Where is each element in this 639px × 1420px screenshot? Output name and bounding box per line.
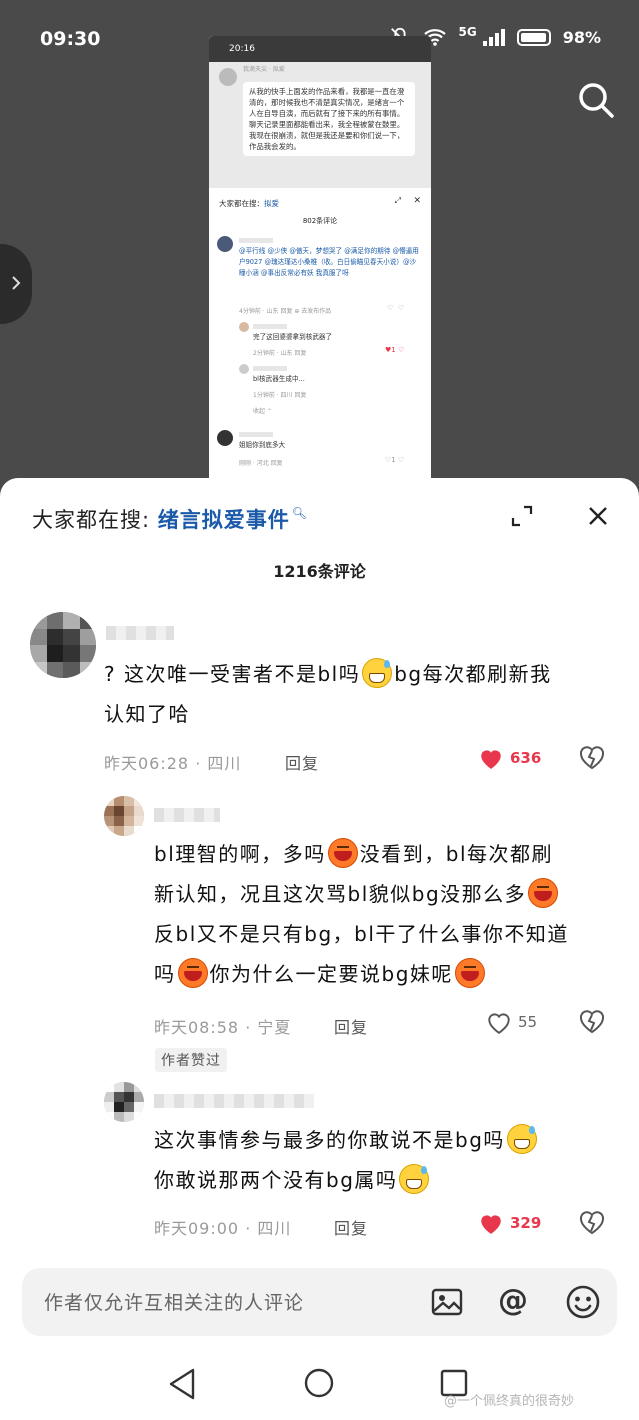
username-blur[interactable] (154, 808, 220, 822)
status-time: 09:30 (40, 28, 101, 50)
emoji-laugh-icon (327, 838, 358, 868)
signal-icon (482, 28, 505, 46)
embedded-search-term: 拟爱 (264, 199, 279, 208)
embedded-comment-meta: 2分钟前 · 山东 回复 (253, 350, 307, 357)
emoji-laugh-icon (177, 958, 208, 988)
embedded-close-icon: ✕ (413, 196, 421, 206)
username-blur[interactable] (106, 626, 174, 640)
network-label: 5G (458, 25, 477, 39)
reply-button[interactable]: 回复 (285, 750, 319, 774)
comment-text: ? 这次唯一受害者不是bl吗 bg每次都刷新我 认知了哈 (104, 654, 614, 734)
embedded-comment-meta: 1分钟前 · 四川 回复 (253, 392, 307, 399)
comment-text: bl理智的啊，多吗 没看到，bl每次都刷 新认知，况且这次骂bl貌似bg没那么多 … (154, 834, 624, 994)
comment-input[interactable]: 作者仅允许互相关注的人评论 @ (22, 1268, 617, 1336)
trending-search-label: 大家都在搜: (32, 508, 151, 532)
emoji-laugh-icon (454, 958, 485, 988)
embedded-expand-icon: ⤢ (394, 196, 401, 205)
embedded-username-blur (253, 366, 287, 371)
emoji-icon[interactable] (565, 1284, 601, 1320)
embedded-avatar (239, 322, 249, 332)
battery-icon (516, 28, 551, 46)
embedded-username-blur (239, 432, 273, 437)
comment-meta: 昨天09:00 · 四川 (154, 1219, 292, 1238)
nav-home-icon[interactable] (303, 1367, 335, 1399)
embedded-comment-count: 802条评论 (302, 217, 338, 225)
embedded-collapse: 收起 ⌃ (253, 408, 272, 415)
chevron-right-icon (12, 276, 21, 290)
embedded-username-blur (253, 324, 287, 329)
emoji-grin-sweat-icon (399, 1164, 430, 1194)
at-icon[interactable]: @ (498, 1283, 528, 1318)
image-icon[interactable] (430, 1285, 464, 1319)
avatar[interactable] (30, 612, 96, 678)
like-button[interactable]: 55 (486, 1010, 537, 1034)
side-panel-handle[interactable] (0, 244, 32, 324)
dislike-icon[interactable] (578, 1008, 606, 1034)
like-button[interactable]: 329 (478, 1211, 541, 1235)
embedded-chat-bubble: 从我的快手上面发的作品来看，我都是一直在澄清的，那时候我也不清楚真实情况，是绪言… (243, 82, 415, 156)
heart-icon (481, 750, 501, 769)
embedded-like-count: ♥1 ♡ (385, 346, 405, 354)
comment-count: 1216条评论 (273, 562, 366, 581)
embedded-screenshot: 20:16 我滴天尖 · 拟爱 从我的快手上面发的作品来看，我都是一直在澄清的，… (209, 36, 431, 481)
reply-button[interactable]: 回复 (334, 1014, 368, 1038)
embedded-avatar (239, 364, 249, 374)
embedded-status-time: 20:16 (209, 36, 431, 62)
embedded-comment-text: 完了这回婆婆拿到核武器了 (253, 333, 333, 341)
embedded-comment-sheet: 大家都在搜：拟爱 ⤢ ✕ 802条评论 @平行线 @少侠 @傲天，梦想哭了 @满… (209, 188, 431, 481)
comment-meta: 昨天06:28 · 四川 (104, 754, 242, 773)
search-icon: 🔍︎ (291, 506, 308, 520)
embedded-comment-meta: 4分钟前 · 山东 回复 ⊕ 去发布作品 (239, 308, 332, 315)
dislike-icon[interactable] (578, 1209, 606, 1235)
watermark: @一个佩终真的很奇妙 (444, 1394, 575, 1409)
like-button[interactable]: 636 (478, 746, 541, 770)
comment-text: 这次事情参与最多的你敢说不是bg吗 你敢说那两个没有bg属吗 (154, 1120, 624, 1200)
embedded-search-row: 大家都在搜：拟爱 (219, 198, 279, 209)
emoji-laugh-icon (528, 878, 559, 908)
embedded-like-icons: ♡ ♡ (387, 304, 405, 312)
embedded-comment-text: bl核武器生成中... (253, 375, 305, 383)
search-icon[interactable] (576, 80, 616, 120)
dislike-icon[interactable] (578, 744, 606, 770)
username-blur[interactable] (154, 1094, 314, 1108)
embedded-username-blur (239, 238, 273, 243)
comment-input-placeholder: 作者仅允许互相关注的人评论 (44, 1292, 305, 1314)
battery-label: 98% (562, 27, 601, 47)
embedded-avatar (219, 68, 237, 86)
avatar[interactable] (104, 1082, 144, 1122)
like-count: 55 (518, 1013, 538, 1031)
expand-icon[interactable] (510, 504, 534, 528)
embedded-avatar (217, 430, 233, 446)
emoji-grin-sweat-icon (362, 658, 393, 688)
embedded-comment-meta: 刚刚 · 河北 回复 (239, 460, 283, 467)
reply-button[interactable]: 回复 (334, 1215, 368, 1239)
emoji-grin-sweat-icon (506, 1124, 537, 1154)
embedded-like-count: ♡1 ♡ (385, 456, 405, 464)
trending-search[interactable]: 大家都在搜: 绪言拟爱事件 🔍︎ (32, 504, 308, 534)
heart-icon (488, 1013, 510, 1034)
embedded-comment-text: @平行线 @少侠 @傲天，梦想哭了 @满足你的期待 @懵逼用户9027 @瑰达瑾… (239, 247, 419, 277)
embedded-comment-text: 姐姐你到底多大 (239, 441, 286, 449)
like-count: 329 (510, 1214, 542, 1232)
heart-icon (481, 1215, 501, 1234)
nav-back-icon[interactable] (167, 1367, 199, 1401)
avatar[interactable] (104, 796, 144, 836)
embedded-search-label: 大家都在搜： (219, 199, 264, 208)
author-liked-badge: 作者赞过 (155, 1048, 227, 1072)
trending-search-term[interactable]: 绪言拟爱事件 (158, 508, 290, 532)
comment-sheet: 大家都在搜: 绪言拟爱事件 🔍︎ 1216条评论 ? 这次唯一受害者不是bl吗 bg… (0, 478, 639, 1420)
comment-meta: 昨天08:58 · 宁夏 (154, 1018, 292, 1037)
embedded-avatar (217, 236, 233, 252)
like-count: 636 (510, 749, 542, 767)
embedded-chat: 20:16 我滴天尖 · 拟爱 从我的快手上面发的作品来看，我都是一直在澄清的，… (209, 36, 431, 188)
embedded-chat-title: 我滴天尖 · 拟爱 (243, 66, 285, 73)
close-icon[interactable] (586, 504, 610, 528)
